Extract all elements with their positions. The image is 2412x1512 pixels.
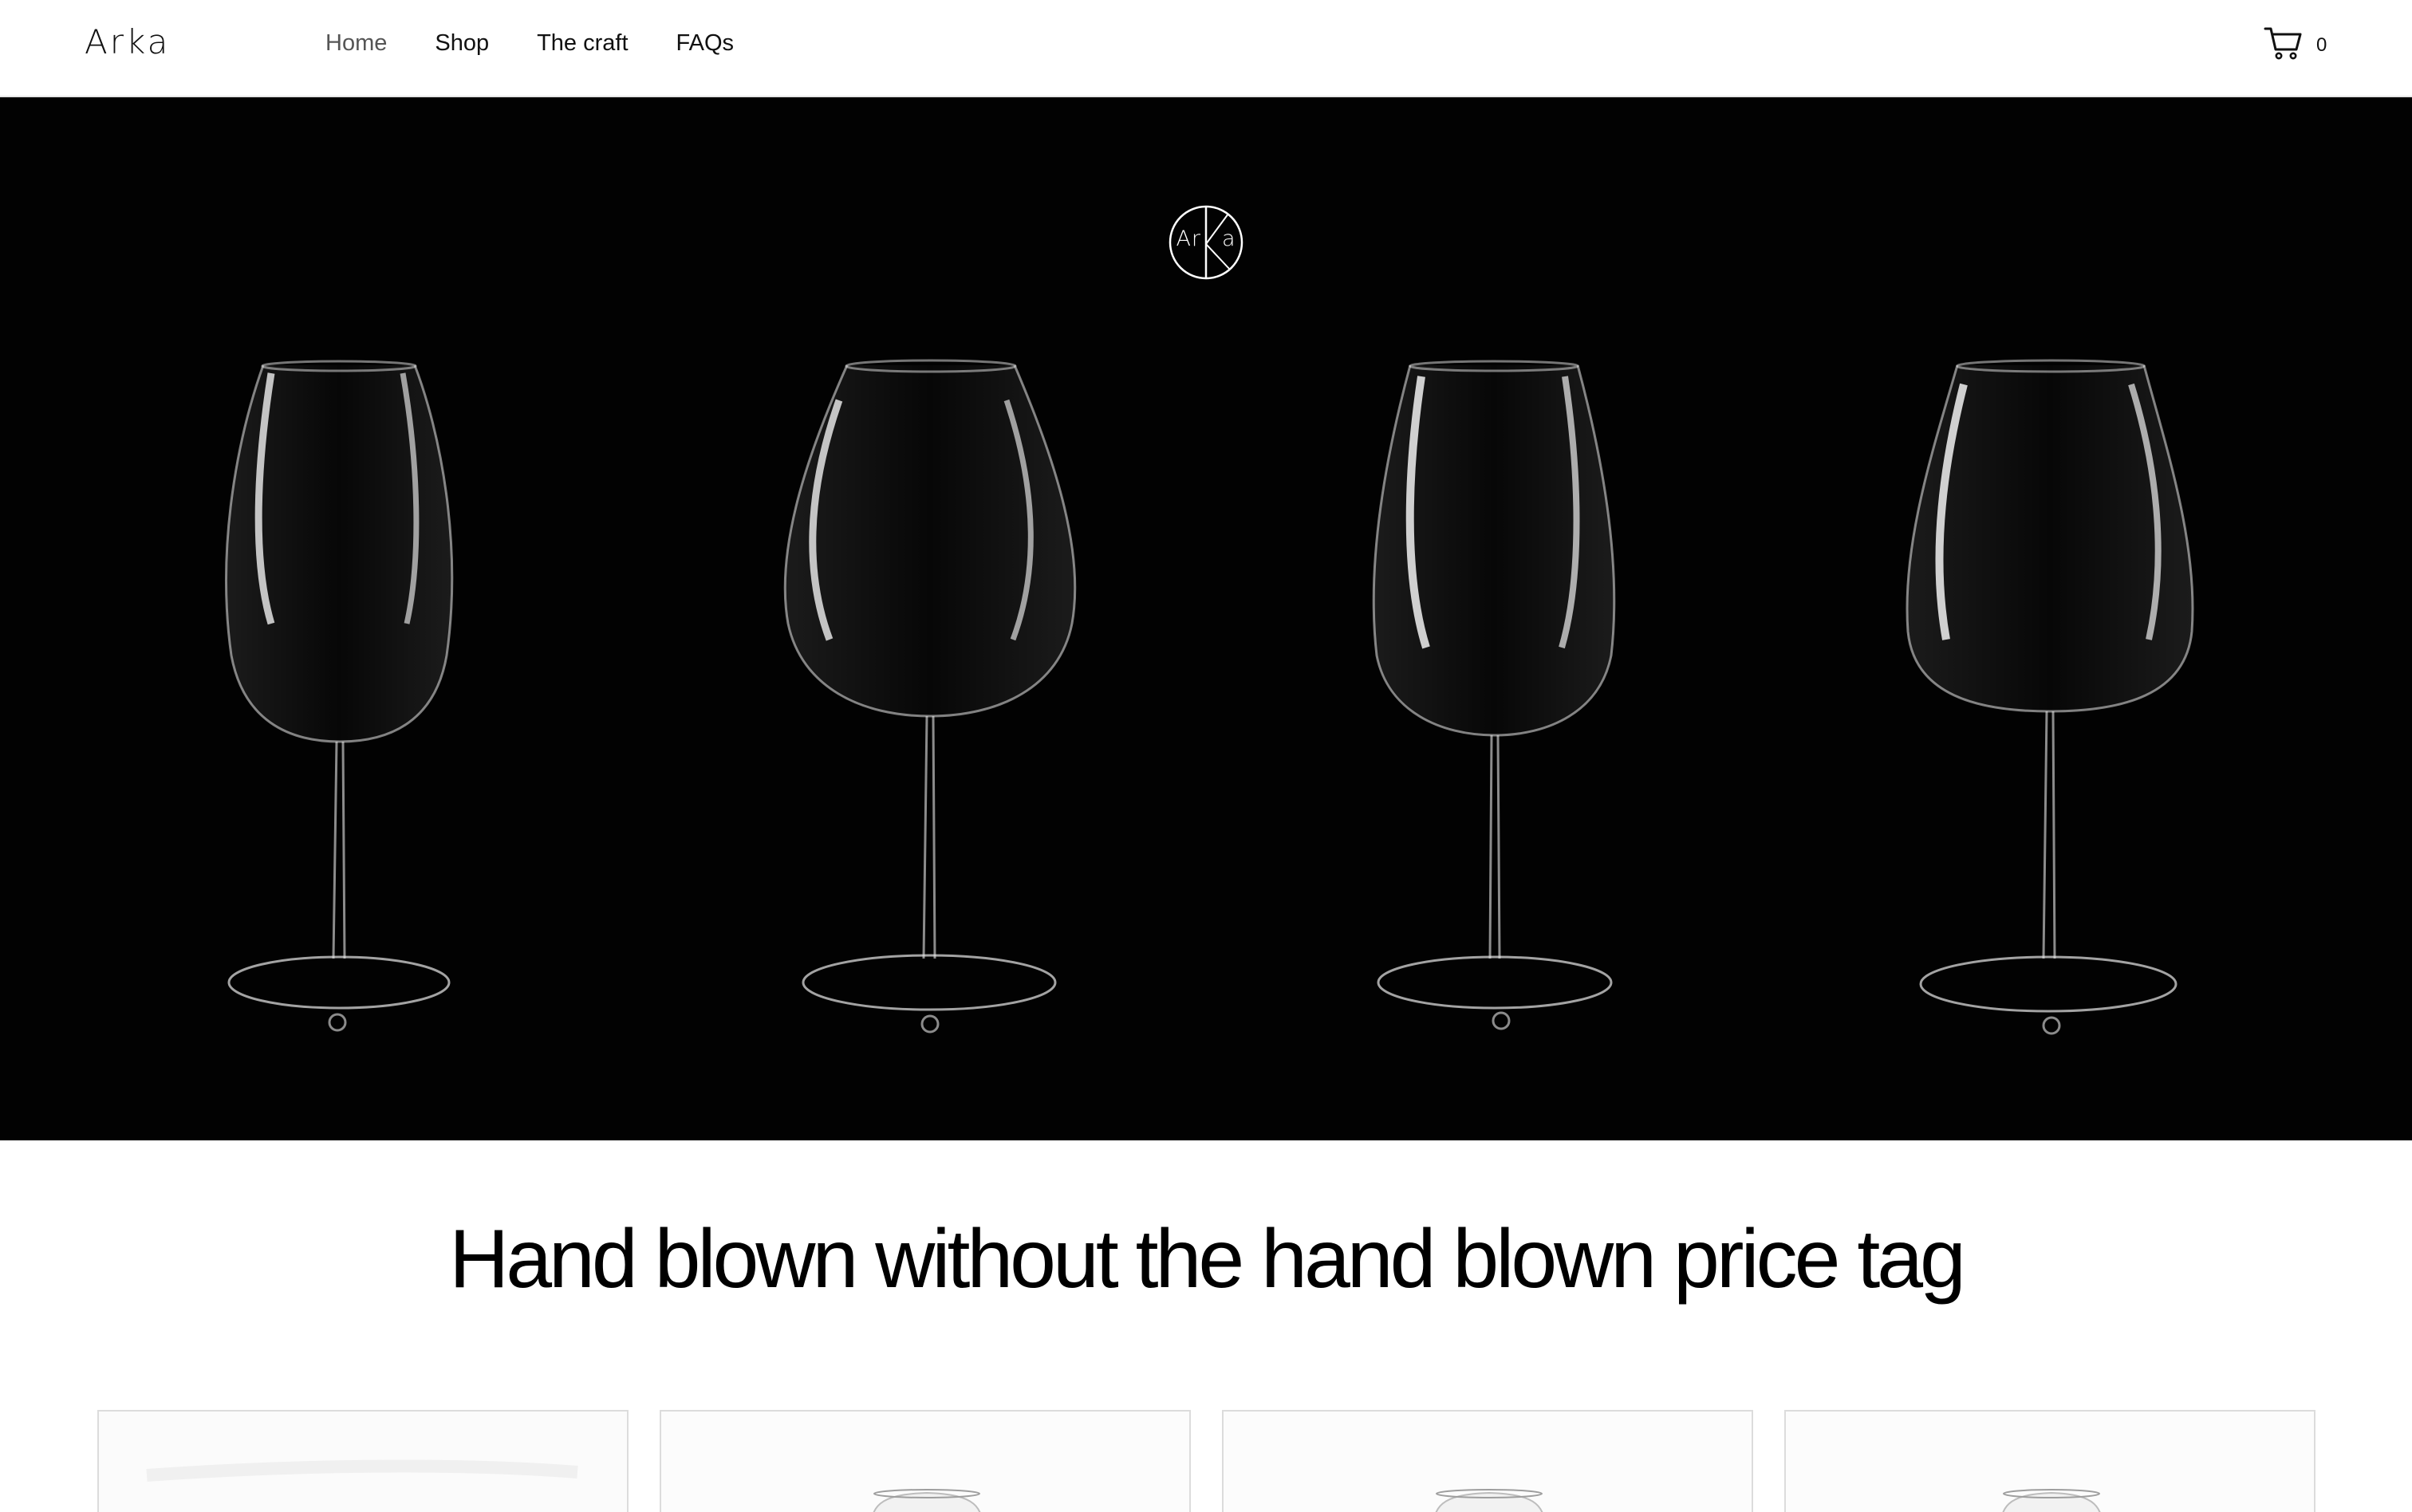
product-card[interactable] (660, 1410, 1191, 1512)
nav-home[interactable]: Home (325, 30, 387, 57)
product-card[interactable] (97, 1410, 629, 1512)
hero-banner: Ar a (0, 97, 2412, 1140)
brand-logo[interactable]: Arka (85, 22, 170, 61)
cart-count: 0 (2316, 33, 2327, 56)
product-image (1224, 1412, 1752, 1512)
main-nav: Home Shop The craft FAQs (325, 30, 782, 57)
product-image (661, 1412, 1189, 1512)
arka-monogram-icon: Ar a (1168, 204, 1244, 281)
nav-shop[interactable]: Shop (435, 30, 489, 57)
product-card[interactable] (1222, 1410, 1753, 1512)
cart-button[interactable]: 0 (2264, 26, 2327, 65)
product-image (1786, 1412, 2314, 1512)
product-grid (97, 1410, 2315, 1512)
cart-icon (2264, 26, 2304, 65)
product-image (99, 1412, 627, 1512)
nav-the-craft[interactable]: The craft (537, 30, 628, 57)
page-tagline: Hand blown without the hand blown price … (449, 1213, 1966, 1305)
nav-faqs[interactable]: FAQs (676, 30, 735, 57)
product-card[interactable] (1784, 1410, 2315, 1512)
wine-glass-4 (1906, 359, 2194, 1035)
monogram-letters-right: a (1222, 226, 1236, 251)
wine-glass-1 (225, 360, 454, 1032)
wine-glass-3 (1372, 360, 1616, 1030)
monogram-letters-left: Ar (1176, 226, 1202, 251)
site-header: Arka Home Shop The craft FAQs 0 (0, 0, 2412, 97)
wine-glass-2 (783, 359, 1077, 1034)
